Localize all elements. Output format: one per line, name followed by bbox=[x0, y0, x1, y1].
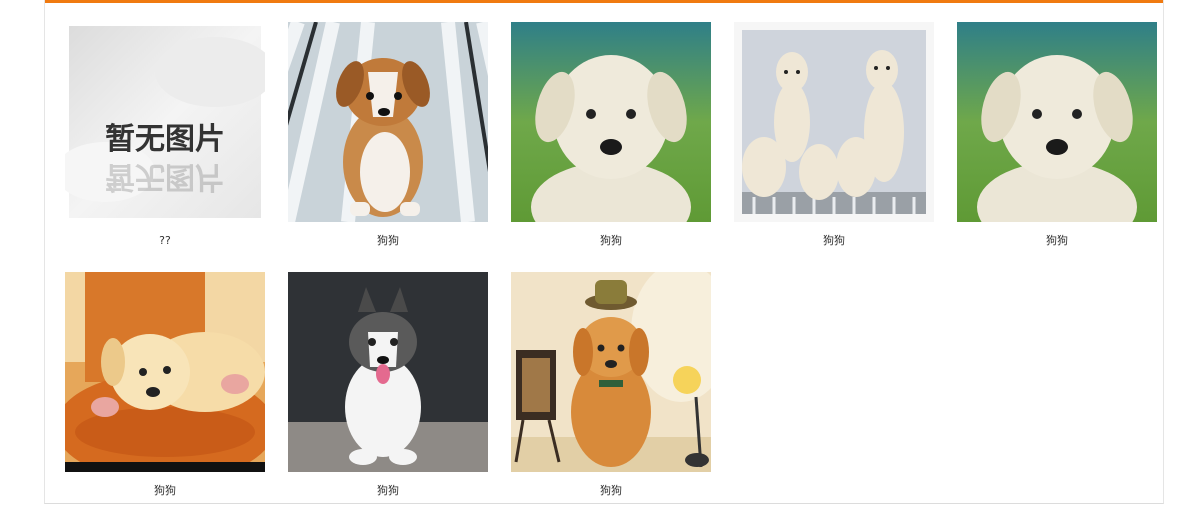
item-caption[interactable]: 狗狗 bbox=[288, 234, 488, 248]
husky-puppy-image[interactable] bbox=[288, 272, 488, 472]
golden-puppy-image[interactable] bbox=[65, 272, 265, 472]
gallery-panel: 暂无图片 暂无图片 ?? 狗狗 狗狗 狗狗 狗狗 狗狗 狗狗 狗狗 bbox=[44, 0, 1164, 504]
gallery-item[interactable]: 狗狗 bbox=[957, 22, 1157, 248]
labrador-puppies-group-image[interactable] bbox=[734, 22, 934, 222]
no-image-placeholder[interactable]: 暂无图片 暂无图片 bbox=[65, 22, 265, 222]
gallery-item[interactable]: 狗狗 bbox=[65, 272, 265, 498]
labrador-puppy-image[interactable] bbox=[957, 22, 1157, 222]
gallery-item[interactable]: 暂无图片 暂无图片 ?? bbox=[65, 22, 265, 248]
golden-puppy-hat-image[interactable] bbox=[511, 272, 711, 472]
item-caption[interactable]: 狗狗 bbox=[511, 484, 711, 498]
item-caption[interactable]: 狗狗 bbox=[65, 484, 265, 498]
gallery-item[interactable]: 狗狗 bbox=[511, 22, 711, 248]
item-caption[interactable]: 狗狗 bbox=[734, 234, 934, 248]
accent-top-bar bbox=[45, 0, 1163, 3]
gallery-item[interactable]: 狗狗 bbox=[734, 22, 934, 248]
labrador-puppy-image[interactable] bbox=[511, 22, 711, 222]
item-caption[interactable]: 狗狗 bbox=[511, 234, 711, 248]
gallery-item[interactable]: 狗狗 bbox=[288, 272, 488, 498]
svg-text:暂无图片: 暂无图片 bbox=[105, 159, 225, 194]
gallery-item[interactable]: 狗狗 bbox=[511, 272, 711, 498]
item-caption[interactable]: 狗狗 bbox=[957, 234, 1157, 248]
item-caption[interactable]: 狗狗 bbox=[288, 484, 488, 498]
corgi-puppy-image[interactable] bbox=[288, 22, 488, 222]
item-caption[interactable]: ?? bbox=[65, 234, 265, 248]
placeholder-text: 暂无图片 bbox=[105, 122, 225, 157]
gallery-item[interactable]: 狗狗 bbox=[288, 22, 488, 248]
